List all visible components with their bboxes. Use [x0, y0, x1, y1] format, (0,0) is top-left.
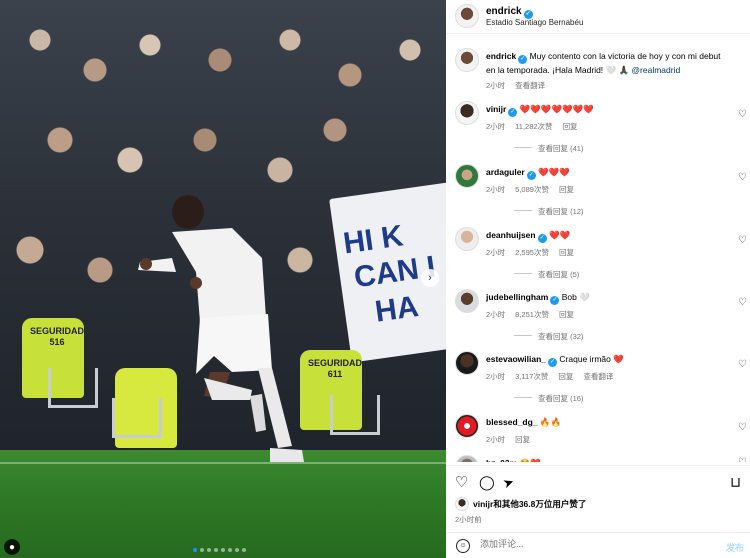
- see-translation-link[interactable]: 查看翻译: [515, 81, 545, 90]
- caption-text: endrick ✓ Muy contento con la victoria de…: [486, 51, 721, 75]
- comments-list[interactable]: endrick ✓ Muy contento con la victoria de…: [446, 35, 750, 462]
- verified-badge-icon: ✓: [526, 171, 536, 180]
- view-replies-link[interactable]: 查看回复 (5): [514, 269, 579, 280]
- carousel-dot: [214, 548, 218, 552]
- carousel-dot: [200, 548, 204, 552]
- see-translation-link[interactable]: 查看翻译: [583, 372, 613, 381]
- post-header: endrick ✓ Estadio Santiago Bernabéu: [446, 0, 750, 34]
- location-link[interactable]: Estadio Santiago Bernabéu: [486, 18, 583, 27]
- avatar[interactable]: [455, 227, 479, 251]
- comment-input[interactable]: [480, 539, 700, 549]
- avatar[interactable]: [455, 101, 479, 125]
- verified-badge-icon: ✓: [537, 234, 547, 243]
- carousel-dot: [242, 548, 246, 552]
- emoji-icon[interactable]: ☺: [456, 539, 470, 553]
- carousel-dot: [228, 548, 232, 552]
- comment-text: 🔥🔥: [539, 417, 562, 427]
- comment-like-icon[interactable]: ♡: [738, 422, 747, 433]
- view-replies-link[interactable]: 查看回复 (16): [514, 393, 583, 404]
- comment-username[interactable]: bz_03m: [486, 458, 517, 462]
- view-replies-link[interactable]: 查看回复 (12): [514, 206, 583, 217]
- likes-summary[interactable]: vinijr和其他36.8万位用户赞了: [455, 497, 586, 511]
- save-icon[interactable]: ⊓: [730, 475, 741, 491]
- avatar[interactable]: [455, 289, 479, 313]
- comment-text: ❤️❤️: [548, 230, 571, 240]
- like-icon[interactable]: ♡: [455, 475, 468, 490]
- comment-text: ❤️❤️❤️❤️❤️❤️❤️: [519, 104, 594, 114]
- post-timestamp[interactable]: 2小时前: [455, 514, 482, 525]
- like-count[interactable]: 3,117次赞: [515, 372, 548, 381]
- caption-meta: 2小时 查看翻译: [486, 81, 546, 90]
- carousel-dot: [193, 548, 197, 552]
- mention-link[interactable]: @realmadrid: [631, 65, 680, 75]
- comment-like-icon[interactable]: ♡: [738, 297, 747, 308]
- reply-button[interactable]: 回复: [559, 185, 574, 194]
- avatar[interactable]: [455, 414, 479, 438]
- verified-badge-icon: ✓: [508, 108, 518, 117]
- post-media[interactable]: HI K CAN I HA SEGURIDAD 516 SEGURIDAD 611 …: [0, 0, 446, 558]
- verified-badge-icon: ✓: [518, 55, 528, 64]
- comment-like-icon[interactable]: ♡: [738, 359, 747, 370]
- post-comment-button[interactable]: 发布: [726, 541, 744, 554]
- comment-username[interactable]: judebellingham: [486, 292, 548, 302]
- comment-icon[interactable]: ◯: [479, 475, 495, 490]
- avatar[interactable]: [455, 351, 479, 375]
- comment-like-icon[interactable]: ♡: [738, 235, 747, 246]
- like-count[interactable]: 5,089次赞: [515, 185, 549, 194]
- comment-text: Craque irmão ❤️: [559, 354, 624, 364]
- carousel-dot: [221, 548, 225, 552]
- comment-username[interactable]: vinijr: [486, 104, 506, 114]
- reply-button[interactable]: 回复: [559, 248, 574, 257]
- reply-button[interactable]: 回复: [563, 122, 578, 131]
- verified-badge-icon: ✓: [550, 296, 560, 305]
- avatar: [455, 497, 469, 511]
- comment-username[interactable]: blessed_dg_: [486, 417, 538, 427]
- player-figure: [138, 195, 304, 462]
- comment-username[interactable]: deanhuijsen: [486, 230, 536, 240]
- avatar[interactable]: [455, 4, 479, 28]
- post-panel: endrick ✓ Estadio Santiago Bernabéu endri…: [446, 0, 750, 558]
- comment-username[interactable]: estevaowilian_: [486, 354, 546, 364]
- carousel-next-button[interactable]: ›: [421, 269, 439, 287]
- comment-like-icon[interactable]: ♡: [738, 172, 747, 183]
- like-count[interactable]: 2,595次赞: [515, 248, 549, 257]
- view-replies-link[interactable]: 查看回复 (32): [514, 331, 583, 342]
- verified-badge-icon: ✓: [548, 358, 558, 367]
- comment-like-icon[interactable]: ♡: [738, 109, 747, 120]
- reply-button[interactable]: 回复: [558, 372, 573, 381]
- carousel-dots: [193, 548, 246, 552]
- comment-username[interactable]: ardaguler: [486, 167, 525, 177]
- avatar[interactable]: [455, 48, 479, 72]
- user-tag-icon[interactable]: ●: [4, 539, 20, 555]
- comment-composer: ☺ 发布: [446, 532, 750, 558]
- comment-text: ❤️❤️❤️: [538, 167, 570, 177]
- caption-username[interactable]: endrick: [486, 51, 516, 61]
- reply-button[interactable]: 回复: [559, 310, 574, 319]
- carousel-dot: [207, 548, 211, 552]
- avatar[interactable]: [455, 455, 479, 462]
- like-count[interactable]: 8,251次赞: [515, 310, 549, 319]
- view-replies-link[interactable]: 查看回复 (41): [514, 143, 583, 154]
- comment-text: 😂❤️: [520, 458, 541, 462]
- carousel-dot: [235, 548, 239, 552]
- comment-text: Bob 🤍: [561, 292, 590, 302]
- comment-like-icon[interactable]: ♡: [738, 457, 747, 462]
- share-icon[interactable]: ➤: [501, 474, 516, 492]
- avatar[interactable]: [455, 164, 479, 188]
- reply-button[interactable]: 回复: [515, 435, 530, 444]
- like-count[interactable]: 11,282次赞: [515, 122, 552, 131]
